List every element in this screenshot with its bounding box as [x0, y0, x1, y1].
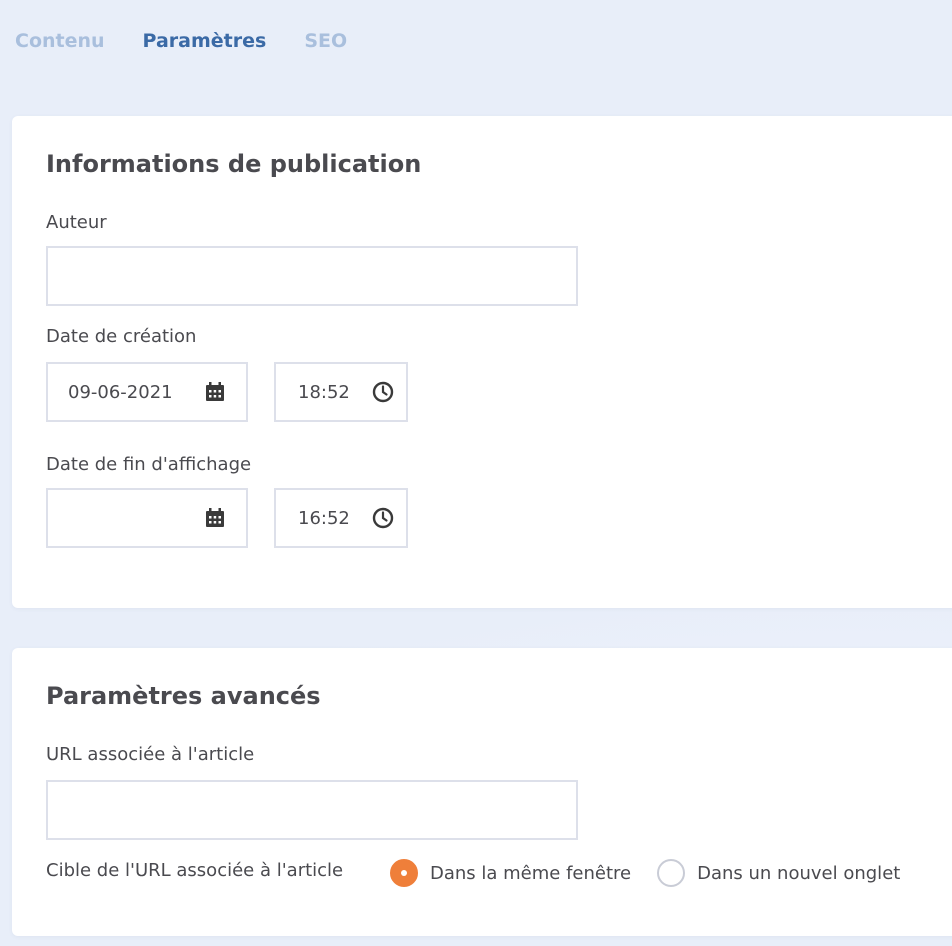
- url-label: URL associée à l'article: [46, 744, 255, 765]
- tab-parametres[interactable]: Paramètres: [143, 30, 267, 52]
- author-label: Auteur: [46, 212, 107, 233]
- end-display-time-value: 16:52: [298, 507, 350, 529]
- url-input[interactable]: [46, 780, 578, 840]
- radio-same-window[interactable]: Dans la même fenêtre: [390, 859, 631, 887]
- calendar-icon[interactable]: [204, 381, 226, 403]
- end-display-label: Date de fin d'affichage: [46, 454, 252, 475]
- url-target-radio-group: Dans la même fenêtre Dans un nouvel ongl…: [390, 859, 926, 887]
- tab-bar: Contenu Paramètres SEO: [15, 30, 347, 52]
- radio-new-tab-dot[interactable]: [657, 859, 686, 887]
- tab-contenu[interactable]: Contenu: [15, 30, 105, 52]
- end-display-time-input[interactable]: 16:52: [274, 488, 408, 548]
- calendar-icon[interactable]: [204, 507, 226, 529]
- tab-seo[interactable]: SEO: [304, 30, 347, 52]
- url-target-label: Cible de l'URL associée à l'article: [46, 860, 344, 881]
- publication-title: Informations de publication: [46, 150, 422, 178]
- radio-same-window-label: Dans la même fenêtre: [430, 862, 632, 884]
- end-display-date-input[interactable]: [46, 488, 248, 548]
- advanced-card: Paramètres avancés URL associée à l'arti…: [12, 648, 952, 936]
- radio-new-tab-label: Dans un nouvel onglet: [697, 862, 901, 884]
- author-input[interactable]: [46, 246, 578, 306]
- creation-date-label: Date de création: [46, 326, 197, 347]
- clock-icon[interactable]: [372, 507, 394, 529]
- creation-time-input[interactable]: 18:52: [274, 362, 408, 422]
- publication-card: Informations de publication Auteur Date …: [12, 116, 952, 608]
- creation-time-value: 18:52: [298, 381, 350, 403]
- creation-date-input[interactable]: 09-06-2021: [46, 362, 248, 422]
- radio-new-tab[interactable]: Dans un nouvel onglet: [657, 859, 900, 887]
- advanced-title: Paramètres avancés: [46, 682, 321, 710]
- creation-date-value: 09-06-2021: [68, 381, 173, 403]
- clock-icon[interactable]: [372, 381, 394, 403]
- radio-same-window-dot[interactable]: [390, 859, 418, 887]
